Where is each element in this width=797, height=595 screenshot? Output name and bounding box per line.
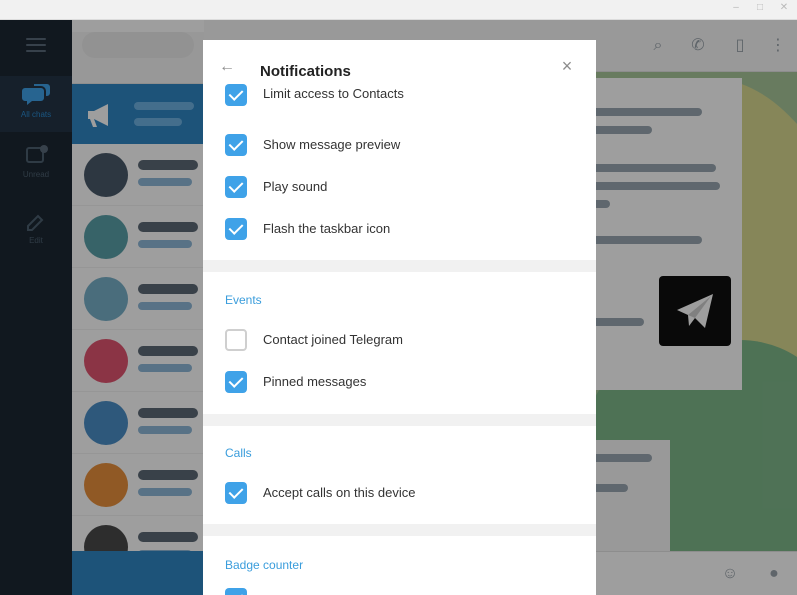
section-divider bbox=[203, 260, 596, 272]
minimize-button[interactable]: – bbox=[731, 3, 741, 13]
section-title-events: Events bbox=[225, 293, 262, 307]
dialog-title: Notifications bbox=[260, 63, 351, 80]
option-limit-access[interactable]: Limit access to Contacts bbox=[225, 84, 575, 114]
window-titlebar: – □ ✕ bbox=[0, 0, 797, 20]
checkbox[interactable] bbox=[225, 84, 247, 106]
checkbox[interactable] bbox=[225, 588, 247, 595]
section-title-calls: Calls bbox=[225, 446, 252, 460]
checkbox[interactable] bbox=[225, 482, 247, 504]
option-label: Accept calls on this device bbox=[263, 485, 416, 500]
option-label: Flash the taskbar icon bbox=[263, 221, 391, 236]
option-accept-calls[interactable]: Accept calls on this device bbox=[225, 482, 575, 504]
option-pinned-messages[interactable]: Pinned messages bbox=[225, 371, 575, 393]
notifications-dialog: ← Notifications × Limit access to Contac… bbox=[203, 40, 596, 595]
option-label: Limit access to Contacts bbox=[263, 86, 404, 101]
option-label: Contact joined Telegram bbox=[263, 332, 403, 347]
option-label: Pinned messages bbox=[263, 374, 367, 389]
option-flash-taskbar[interactable]: Flash the taskbar icon bbox=[225, 218, 575, 240]
section-divider bbox=[203, 524, 596, 536]
option-contact-joined[interactable]: Contact joined Telegram bbox=[225, 329, 575, 351]
checkbox[interactable] bbox=[225, 329, 247, 351]
option-label: Show message preview bbox=[263, 137, 401, 152]
checkbox[interactable] bbox=[225, 218, 247, 240]
close-window-button[interactable]: ✕ bbox=[779, 3, 789, 13]
close-icon[interactable]: × bbox=[558, 57, 576, 75]
section-title-badge: Badge counter bbox=[225, 558, 304, 572]
section-divider bbox=[203, 414, 596, 426]
option-label: Play sound bbox=[263, 179, 328, 194]
window-controls: – □ ✕ bbox=[731, 3, 789, 13]
checkbox[interactable] bbox=[225, 371, 247, 393]
option-play-sound[interactable]: Play sound bbox=[225, 176, 575, 198]
back-arrow-icon[interactable]: ← bbox=[219, 58, 237, 76]
maximize-button[interactable]: □ bbox=[755, 3, 765, 13]
dialog-header: ← Notifications × bbox=[203, 40, 596, 92]
option-show-preview[interactable]: Show message preview bbox=[225, 134, 575, 156]
checkbox[interactable] bbox=[225, 176, 247, 198]
checkbox[interactable] bbox=[225, 134, 247, 156]
